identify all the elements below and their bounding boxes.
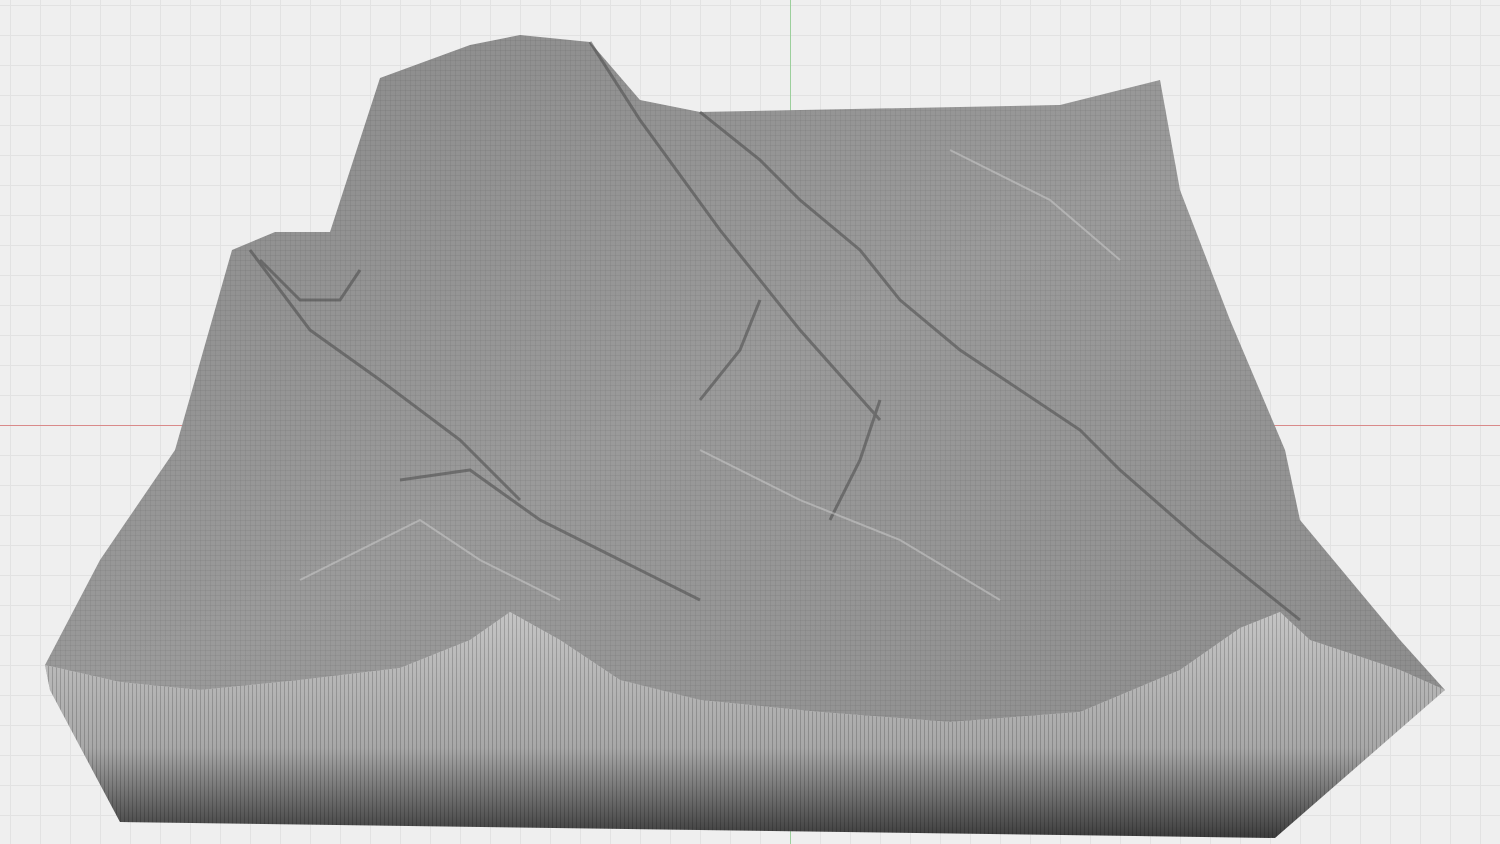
3d-viewport[interactable] [0, 0, 1500, 844]
terrain-mesh[interactable] [0, 0, 1500, 844]
top-surface-wireframe [45, 35, 1445, 722]
